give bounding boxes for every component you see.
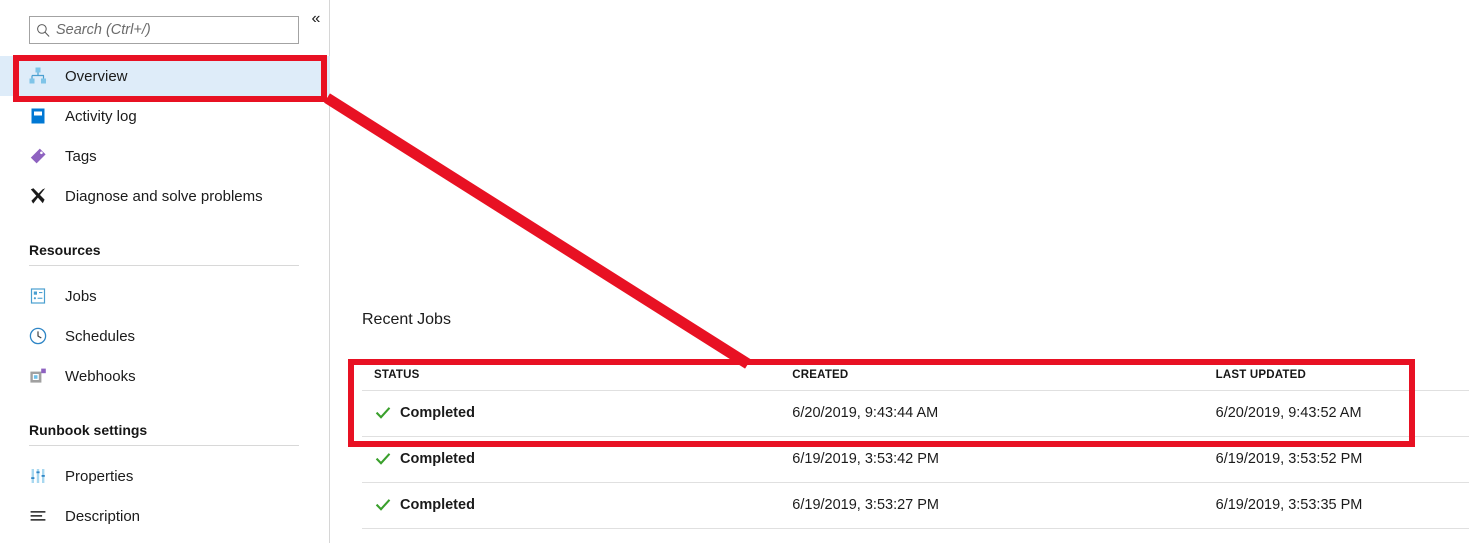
cell-last-updated: 6/19/2019, 3:53:52 PM bbox=[1203, 436, 1469, 483]
check-icon bbox=[374, 404, 392, 422]
table-header-row: STATUS CREATED LAST UPDATED bbox=[362, 360, 1469, 391]
check-icon bbox=[374, 496, 392, 514]
table-row[interactable]: Completed 6/19/2019, 3:53:27 PM 6/19/201… bbox=[362, 482, 1469, 529]
webhooks-icon bbox=[27, 365, 49, 387]
search-icon bbox=[30, 23, 56, 38]
cell-status: Completed bbox=[362, 436, 781, 483]
sidebar-item-tags[interactable]: Tags bbox=[0, 136, 330, 176]
sidebar-item-activity-log[interactable]: Activity log bbox=[0, 96, 330, 136]
sidebar-item-diagnose-and-solve-problems[interactable]: Diagnose and solve problems bbox=[0, 176, 330, 216]
main-content: Recent Jobs STATUS CREATED LAST UPDATED bbox=[331, 0, 1469, 543]
nav-group-title-runbook-settings: Runbook settings bbox=[29, 422, 148, 438]
activity-log-icon bbox=[27, 105, 49, 127]
sidebar-item-label: Activity log bbox=[65, 107, 137, 125]
sidebar-item-label: Description bbox=[65, 507, 141, 525]
clock-icon bbox=[27, 325, 49, 347]
table-body: Completed 6/20/2019, 9:43:44 AM 6/20/201… bbox=[362, 390, 1469, 529]
sidebar-item-label: Properties bbox=[65, 467, 134, 485]
column-header-last-updated[interactable]: LAST UPDATED bbox=[1203, 360, 1469, 391]
check-icon bbox=[374, 450, 392, 468]
status-label: Completed bbox=[400, 451, 475, 467]
sidebar-item-label: Webhooks bbox=[65, 367, 136, 385]
sidebar-item-webhooks[interactable]: Webhooks bbox=[0, 356, 330, 396]
sidebar-nav: Overview Activity log Tags Diagnose and … bbox=[0, 56, 330, 543]
wrench-screwdriver-icon bbox=[27, 185, 49, 207]
sidebar-item-description[interactable]: Description bbox=[0, 496, 330, 536]
sidebar-item-schedules[interactable]: Schedules bbox=[0, 316, 330, 356]
status-label: Completed bbox=[400, 405, 475, 421]
sidebar-item-logging-and-tracing[interactable]: Logging and tracing bbox=[0, 536, 330, 543]
recent-jobs-title: Recent Jobs bbox=[362, 311, 451, 328]
cell-status: Completed bbox=[362, 390, 781, 437]
chevron-double-left-icon[interactable]: « bbox=[305, 8, 327, 30]
cell-last-updated: 6/20/2019, 9:43:52 AM bbox=[1203, 390, 1469, 437]
table-row[interactable]: Completed 6/19/2019, 3:53:42 PM 6/19/201… bbox=[362, 436, 1469, 483]
cell-created: 6/19/2019, 3:53:27 PM bbox=[780, 482, 1204, 529]
sitemap-icon bbox=[27, 65, 49, 87]
sidebar-item-overview[interactable]: Overview bbox=[0, 56, 330, 96]
status-label: Completed bbox=[400, 497, 475, 513]
tag-icon bbox=[27, 145, 49, 167]
description-lines-icon bbox=[27, 505, 49, 527]
sidebar-item-properties[interactable]: Properties bbox=[0, 456, 330, 496]
azure-portal-screen: « Overview bbox=[0, 0, 1469, 543]
jobs-icon bbox=[27, 285, 49, 307]
search-box[interactable] bbox=[29, 16, 299, 44]
cell-last-updated: 6/19/2019, 3:53:35 PM bbox=[1203, 482, 1469, 529]
sidebar: « Overview bbox=[0, 0, 330, 543]
search-input[interactable] bbox=[56, 17, 298, 43]
sidebar-item-label: Diagnose and solve problems bbox=[65, 187, 263, 205]
sidebar-item-jobs[interactable]: Jobs bbox=[0, 276, 330, 316]
table-row[interactable]: Completed 6/20/2019, 9:43:44 AM 6/20/201… bbox=[362, 390, 1469, 437]
sliders-icon bbox=[27, 465, 49, 487]
table-header: STATUS CREATED LAST UPDATED bbox=[362, 360, 1469, 391]
recent-jobs-table: STATUS CREATED LAST UPDATED Completed 6/… bbox=[362, 360, 1469, 529]
sidebar-item-label: Jobs bbox=[65, 287, 97, 305]
cell-created: 6/20/2019, 9:43:44 AM bbox=[780, 390, 1204, 437]
sidebar-item-label: Schedules bbox=[65, 327, 136, 345]
cell-status: Completed bbox=[362, 482, 781, 529]
sidebar-item-label: Tags bbox=[65, 147, 97, 165]
column-header-created[interactable]: CREATED bbox=[780, 360, 1204, 391]
column-header-status[interactable]: STATUS bbox=[362, 360, 781, 391]
cell-created: 6/19/2019, 3:53:42 PM bbox=[780, 436, 1204, 483]
nav-group-title-resources: Resources bbox=[29, 242, 101, 258]
sidebar-item-label: Overview bbox=[65, 67, 128, 85]
